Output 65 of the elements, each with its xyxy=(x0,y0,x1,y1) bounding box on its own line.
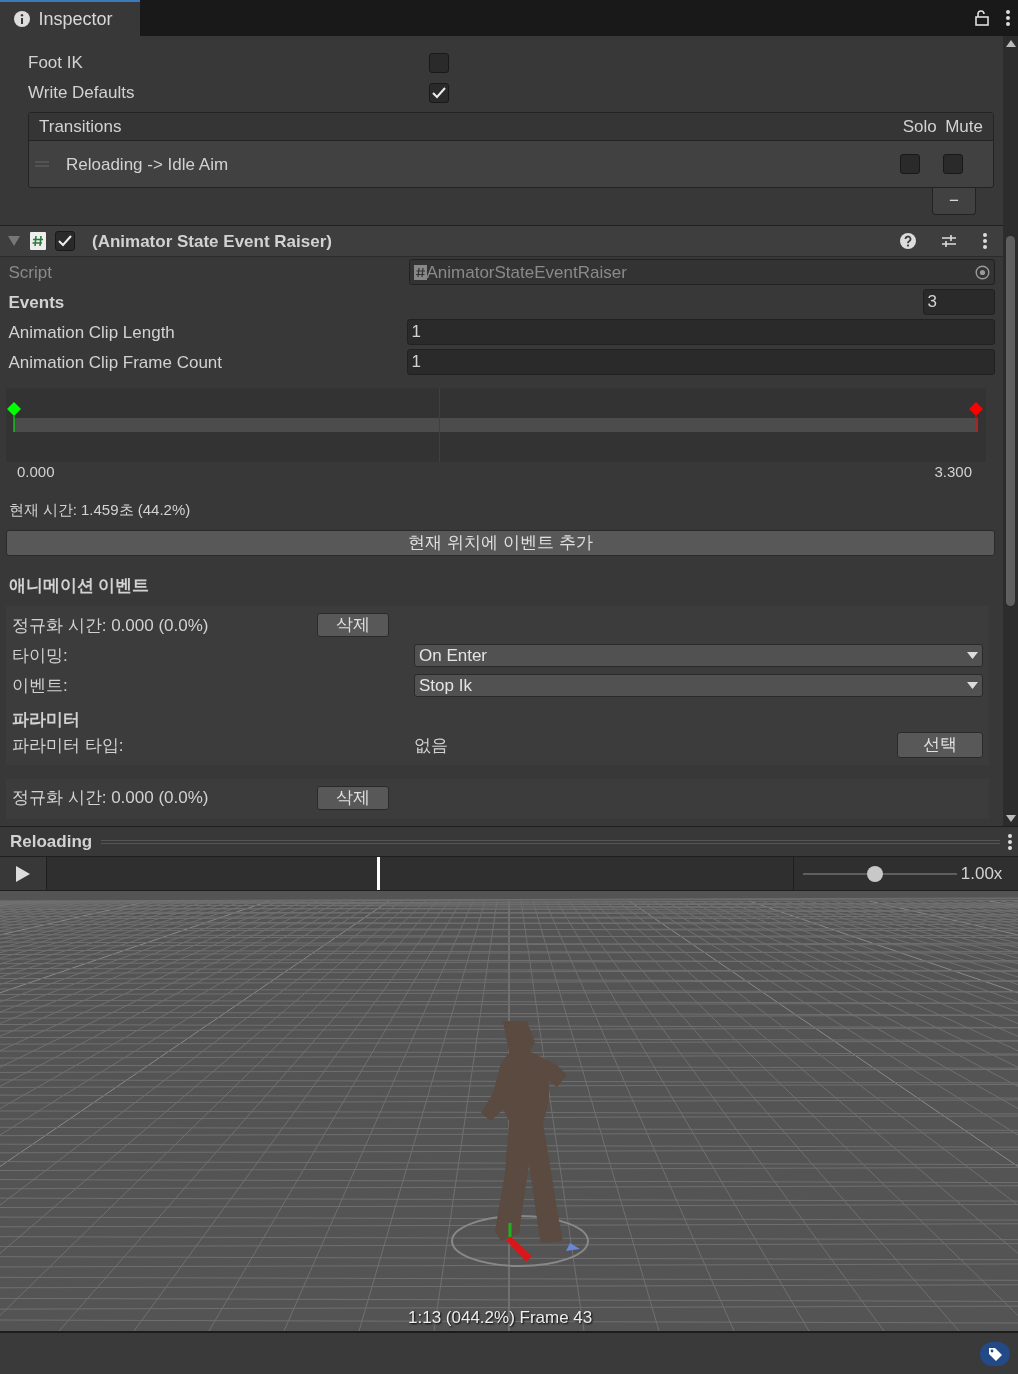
preview-title: Reloading xyxy=(10,830,93,853)
setting-label: Write Defaults xyxy=(28,82,136,105)
delete-button[interactable]: 삭제 xyxy=(317,613,389,638)
script-field[interactable]: AnimatorStateEventRaiser xyxy=(408,259,995,286)
tag-icon[interactable] xyxy=(979,1342,1010,1366)
info-icon xyxy=(14,11,30,27)
setting-checkbox[interactable] xyxy=(429,53,449,73)
object-picker-icon[interactable] xyxy=(974,264,990,280)
timeline-end-label: 3.300 xyxy=(934,462,972,483)
parameter-type-value: 없음 xyxy=(414,734,449,757)
scroll-up-icon[interactable] xyxy=(1005,40,1016,48)
solo-header: Solo xyxy=(902,116,937,138)
events-label: Events xyxy=(8,291,66,314)
foldout-arrow-icon[interactable] xyxy=(8,236,20,247)
section-title: 애니메이션 이벤트 xyxy=(8,576,150,596)
select-button[interactable]: 선택 xyxy=(897,732,983,759)
parameter-section-title: 파라미터 xyxy=(12,708,80,731)
field-label: 파라미터 타입: xyxy=(12,734,125,757)
mute-checkbox[interactable] xyxy=(943,154,963,175)
number-field[interactable]: 1 xyxy=(406,349,995,376)
component-title: (Animator State Event Raiser) xyxy=(92,230,333,253)
component-enabled-checkbox[interactable] xyxy=(55,231,75,252)
remove-transition-button[interactable]: − xyxy=(932,188,976,216)
add-event-button[interactable]: 현재 위치에 이벤트 추가 xyxy=(6,530,995,557)
field-label: Animation Clip Frame Count xyxy=(8,351,224,374)
scrubber-handle[interactable] xyxy=(376,857,380,890)
script-icon xyxy=(413,264,427,280)
script-icon xyxy=(28,231,47,252)
field-label: Script xyxy=(8,261,53,284)
more-options-icon[interactable] xyxy=(1005,10,1010,26)
mute-header: Mute xyxy=(945,116,983,138)
scrollbar-thumb[interactable] xyxy=(1006,236,1015,606)
setting-label: Foot IK xyxy=(28,52,84,75)
play-icon xyxy=(16,865,30,882)
timing-dropdown[interactable]: On Enter xyxy=(414,643,983,667)
more-options-icon[interactable] xyxy=(982,233,987,250)
event-dropdown[interactable]: Stop Ik xyxy=(414,673,983,697)
inspector-tab[interactable]: Inspector xyxy=(0,0,140,36)
preset-sliders-icon[interactable] xyxy=(941,233,957,250)
field-label: Animation Clip Length xyxy=(8,321,176,344)
dropdown-arrow-icon xyxy=(967,681,978,689)
speed-slider[interactable] xyxy=(802,864,957,883)
setting-checkbox[interactable] xyxy=(429,83,449,103)
event-time-text: 정규화 시간: 0.000 (0.0%) xyxy=(12,614,210,637)
transitions-header: Transitions xyxy=(39,116,123,138)
field-label: 타이밍: xyxy=(12,644,69,667)
dropdown-arrow-icon xyxy=(967,651,978,659)
play-button[interactable] xyxy=(0,857,47,890)
event-marker-icon[interactable] xyxy=(7,402,21,433)
current-time-text: 현재 시간: 1.459초 (44.2%) xyxy=(8,501,191,519)
events-count-field[interactable]: 3 xyxy=(922,289,995,316)
field-label: 이벤트: xyxy=(12,674,69,697)
delete-button[interactable]: 삭제 xyxy=(317,785,389,810)
preview-status-text: 1:13 (044.2%) Frame 43 xyxy=(408,1307,593,1329)
event-time-text: 정규화 시간: 0.000 (0.0%) xyxy=(12,786,210,809)
timeline-start-label: 0.000 xyxy=(17,462,55,483)
number-field[interactable]: 1 xyxy=(406,319,995,346)
help-icon[interactable] xyxy=(899,233,916,250)
transition-item[interactable]: Reloading -> Idle Aim xyxy=(66,151,883,177)
scroll-down-icon[interactable] xyxy=(1005,814,1016,822)
event-marker-icon[interactable] xyxy=(969,402,983,433)
more-options-icon[interactable] xyxy=(1008,833,1012,850)
speed-value: 1.00x xyxy=(960,862,1003,885)
solo-checkbox[interactable] xyxy=(900,154,920,175)
lock-icon[interactable] xyxy=(974,10,989,26)
